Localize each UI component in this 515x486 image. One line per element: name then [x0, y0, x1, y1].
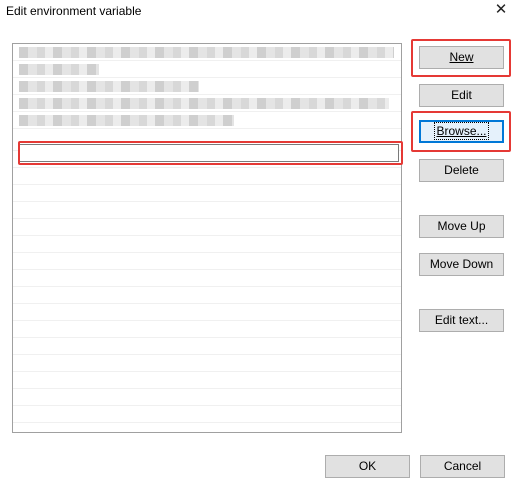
path-entries-list[interactable] [12, 43, 402, 433]
move-down-button[interactable]: Move Down [419, 253, 504, 276]
blurred-entry [19, 47, 394, 58]
list-item [13, 304, 401, 321]
blurred-entry [19, 81, 199, 92]
ok-button[interactable]: OK [325, 455, 410, 478]
list-item[interactable] [13, 78, 401, 95]
list-item[interactable] [13, 112, 401, 129]
delete-button[interactable]: Delete [419, 159, 504, 182]
list-item [13, 321, 401, 338]
list-item [13, 236, 401, 253]
list-item [13, 355, 401, 372]
list-item [13, 287, 401, 304]
list-item [13, 219, 401, 236]
edit-button[interactable]: Edit [419, 84, 504, 107]
blurred-entry [19, 64, 99, 75]
list-item[interactable] [13, 61, 401, 78]
list-item [13, 253, 401, 270]
list-item [13, 338, 401, 355]
list-item[interactable] [13, 44, 401, 61]
blurred-entry [19, 98, 389, 109]
move-up-button[interactable]: Move Up [419, 215, 504, 238]
new-entry-input[interactable] [19, 144, 399, 162]
list-item [13, 389, 401, 406]
title-bar: Edit environment variable ✕ [0, 0, 515, 24]
cancel-button[interactable]: Cancel [420, 455, 505, 478]
list-item [13, 406, 401, 423]
list-item [13, 372, 401, 389]
browse-button[interactable]: Browse... [419, 120, 504, 143]
window-title: Edit environment variable [6, 4, 142, 18]
list-item [13, 202, 401, 219]
list-item [13, 270, 401, 287]
close-icon[interactable]: ✕ [493, 1, 509, 19]
list-item [13, 168, 401, 185]
new-button[interactable]: New [419, 46, 504, 69]
blurred-entry [19, 115, 234, 126]
edit-text-button[interactable]: Edit text... [419, 309, 504, 332]
list-item [13, 185, 401, 202]
list-item[interactable] [13, 95, 401, 112]
